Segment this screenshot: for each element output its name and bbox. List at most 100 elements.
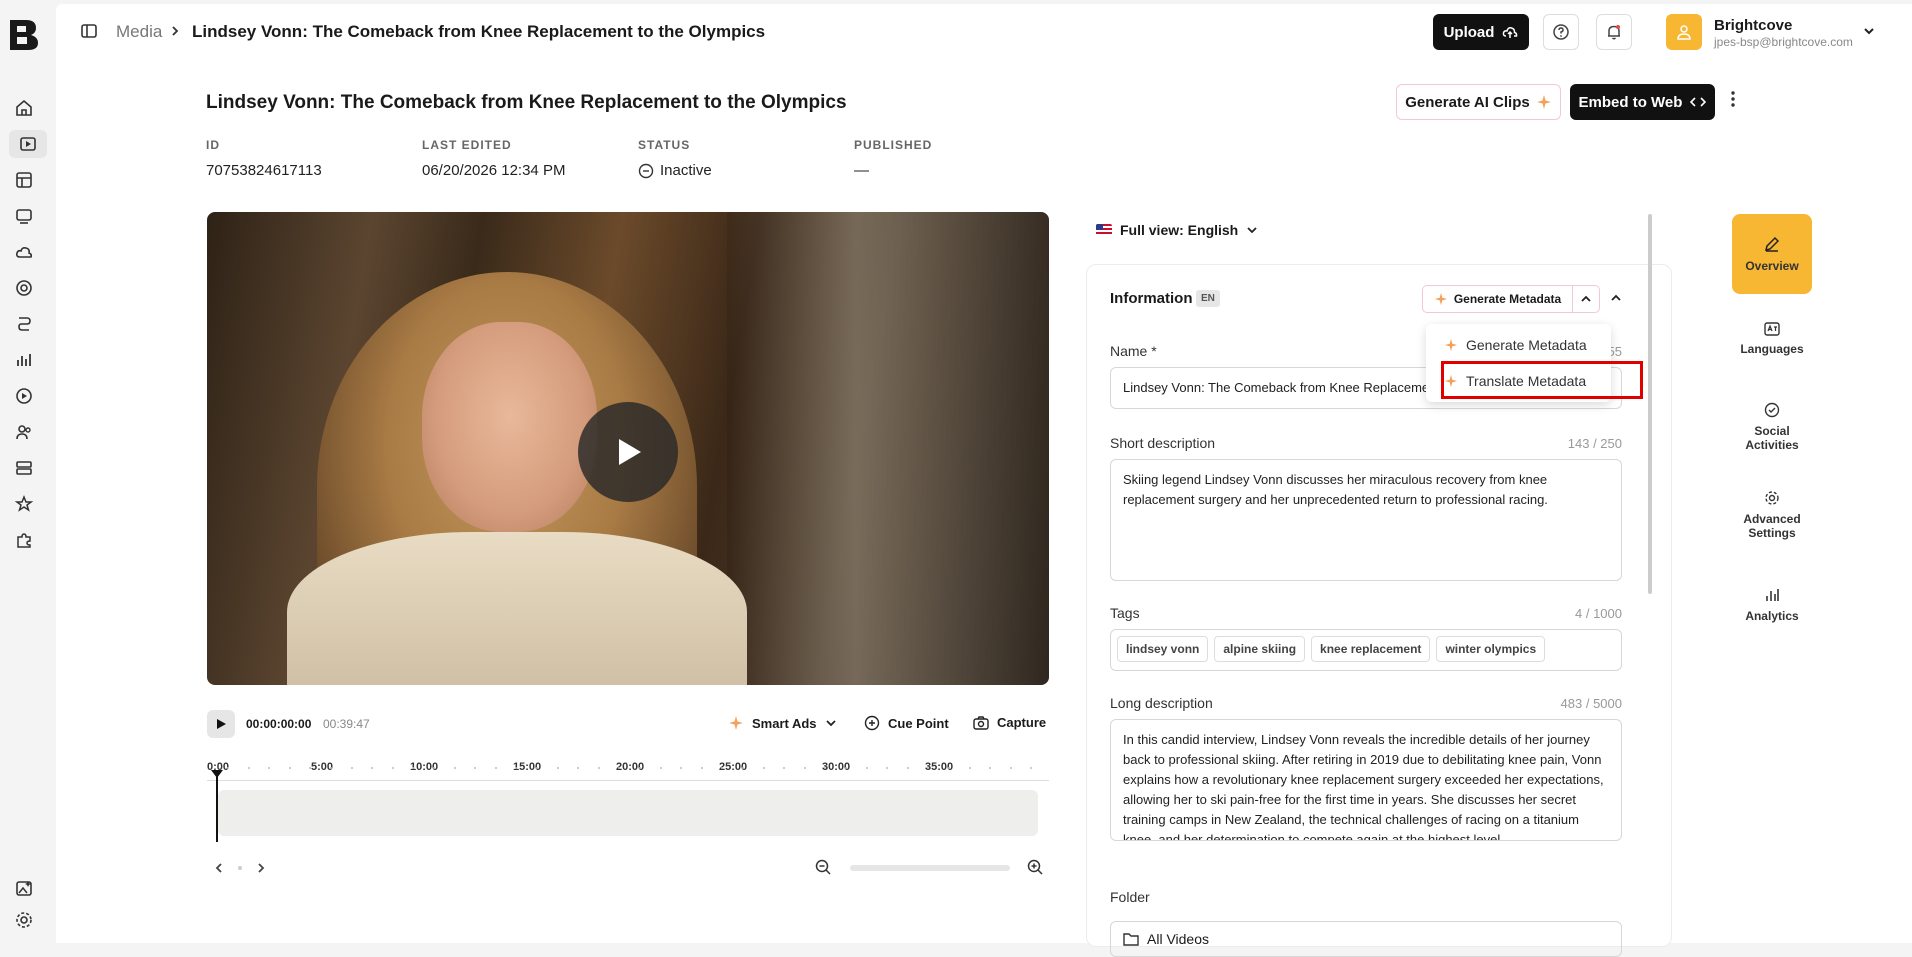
help-button[interactable]: [1543, 14, 1579, 50]
live-icon[interactable]: [10, 274, 38, 302]
tab-social-activities[interactable]: Social Activities: [1732, 402, 1812, 452]
analytics-icon[interactable]: [10, 346, 38, 374]
audience-icon[interactable]: [10, 310, 38, 338]
brightcove-logo[interactable]: [8, 18, 40, 52]
cue-point-button[interactable]: Cue Point: [864, 715, 949, 731]
tab-analytics[interactable]: Analytics: [1732, 587, 1812, 623]
account-email: jpes-bsp@brightcove.com: [1714, 35, 1853, 49]
tab-advanced-settings[interactable]: Advanced Settings: [1732, 490, 1812, 540]
bell-icon: [1605, 23, 1623, 41]
users-icon[interactable]: [10, 418, 38, 446]
zoom-slider[interactable]: [850, 865, 1010, 871]
video-background: [727, 212, 1049, 685]
translate-icon: [1764, 322, 1780, 336]
ai-image-icon[interactable]: [10, 874, 38, 902]
short-description-label: Short description: [1110, 435, 1216, 451]
zoom-out-icon[interactable]: [814, 858, 832, 876]
long-description-count: 483 / 5000: [1560, 696, 1622, 711]
short-description-textarea[interactable]: Skiing legend Lindsey Vonn discusses her…: [1110, 459, 1622, 581]
status-value: Inactive: [660, 162, 712, 179]
sparkle-icon: [1444, 338, 1458, 352]
tag-chip[interactable]: alpine skiing: [1214, 636, 1306, 662]
main-content: Media Lindsey Vonn: The Comeback from Kn…: [56, 4, 1912, 957]
chevron-down-icon: [825, 717, 837, 729]
chevron-left-icon[interactable]: [214, 859, 224, 877]
video-player[interactable]: [207, 212, 1049, 685]
duration: 00:39:47: [323, 717, 370, 731]
timeline-minor-tick: [247, 767, 250, 769]
smart-ads-dropdown[interactable]: Smart Ads: [728, 715, 837, 731]
generate-metadata-button[interactable]: Generate Metadata: [1422, 285, 1572, 313]
timeline-track[interactable]: [218, 790, 1038, 836]
folder-select[interactable]: All Videos: [1110, 921, 1622, 957]
tags-input[interactable]: lindsey vonn alpine skiing knee replacemen…: [1110, 629, 1622, 671]
status-badge: Inactive: [638, 162, 712, 179]
chevron-right-icon[interactable]: [256, 859, 266, 877]
information-title: Information: [1110, 290, 1193, 307]
tab-overview[interactable]: Overview: [1732, 214, 1812, 294]
cloud-icon[interactable]: [10, 238, 38, 266]
edit-icon: [1763, 235, 1781, 253]
avatar[interactable]: [1666, 14, 1702, 50]
timeline-ruler[interactable]: 0:00 5:00 10:00 15:00 20:00 25:00 30:00 …: [207, 761, 1049, 781]
notifications-button[interactable]: [1596, 14, 1632, 50]
tag-chip[interactable]: knee replacement: [1311, 636, 1431, 662]
star-icon[interactable]: [10, 490, 38, 518]
long-description-label: Long description: [1110, 695, 1213, 711]
storage-icon[interactable]: [10, 454, 38, 482]
breadcrumb-media[interactable]: Media: [116, 22, 162, 42]
tab-label: Advanced Settings: [1743, 512, 1801, 540]
play-button[interactable]: [578, 402, 678, 502]
tag-chip[interactable]: winter olympics: [1436, 636, 1546, 662]
more-options-icon[interactable]: [1730, 90, 1736, 108]
players-icon[interactable]: [10, 202, 38, 230]
settings-gear-icon[interactable]: [10, 906, 38, 934]
home-icon[interactable]: [10, 94, 38, 122]
tab-label: Overview: [1745, 259, 1799, 273]
playhead[interactable]: [216, 774, 218, 842]
media-icon[interactable]: [9, 130, 47, 158]
timeline-minor-tick: [865, 767, 868, 769]
chevron-up-icon[interactable]: [1610, 292, 1622, 304]
embed-to-web-button[interactable]: Embed to Web: [1570, 84, 1715, 120]
player-play-button[interactable]: [207, 710, 235, 738]
smart-ads-label: Smart Ads: [752, 715, 817, 731]
timeline-minor-tick: [803, 767, 806, 769]
breadcrumb-current: Lindsey Vonn: The Comeback from Knee Rep…: [192, 22, 766, 41]
puzzle-icon[interactable]: [10, 526, 38, 554]
chevron-down-icon[interactable]: [1862, 24, 1876, 38]
generate-metadata-menu-toggle[interactable]: [1572, 285, 1600, 313]
tab-languages[interactable]: Languages: [1732, 322, 1812, 356]
last-edited-label: LAST EDITED: [422, 138, 512, 152]
panel-scrollbar[interactable]: [1648, 214, 1652, 594]
long-description-textarea[interactable]: In this candid interview, Lindsey Vonn r…: [1110, 719, 1622, 841]
zoom-in-icon[interactable]: [1026, 858, 1044, 876]
timeline-minor-tick: [639, 767, 641, 769]
capture-button[interactable]: Capture: [973, 715, 1046, 730]
generate-metadata-label: Generate Metadata: [1453, 292, 1562, 306]
tag-chip[interactable]: lindsey vonn: [1117, 636, 1209, 662]
sidebar-toggle-icon[interactable]: [80, 22, 98, 40]
generate-ai-clips-button[interactable]: Generate AI Clips: [1396, 84, 1561, 120]
account-name[interactable]: Brightcove: [1714, 17, 1792, 34]
camera-icon: [973, 715, 989, 730]
playlists-icon[interactable]: [10, 166, 38, 194]
timeline-minor-tick: [659, 767, 662, 769]
language-view-label: Full view: English: [1120, 222, 1239, 238]
id-label: ID: [206, 138, 220, 152]
timeline-minor-tick: [494, 767, 497, 769]
timeline-minor-tick: [1030, 767, 1033, 769]
menu-item-generate-metadata[interactable]: Generate Metadata: [1444, 337, 1587, 353]
upload-button[interactable]: Upload: [1433, 14, 1529, 50]
tags-count: 4 / 1000: [1575, 606, 1622, 621]
user-icon: [1675, 23, 1693, 41]
folder-label: Folder: [1110, 889, 1150, 905]
timeline-minor-tick: [474, 767, 477, 769]
timeline-minor-tick: [989, 767, 992, 769]
video-subject-jacket: [287, 532, 747, 685]
chevron-down-icon: [1246, 224, 1258, 236]
timeline-minor-tick: [433, 767, 435, 769]
tab-label: Languages: [1740, 342, 1804, 356]
play-circle-icon[interactable]: [10, 382, 38, 410]
language-view-selector[interactable]: Full view: English: [1096, 222, 1258, 238]
